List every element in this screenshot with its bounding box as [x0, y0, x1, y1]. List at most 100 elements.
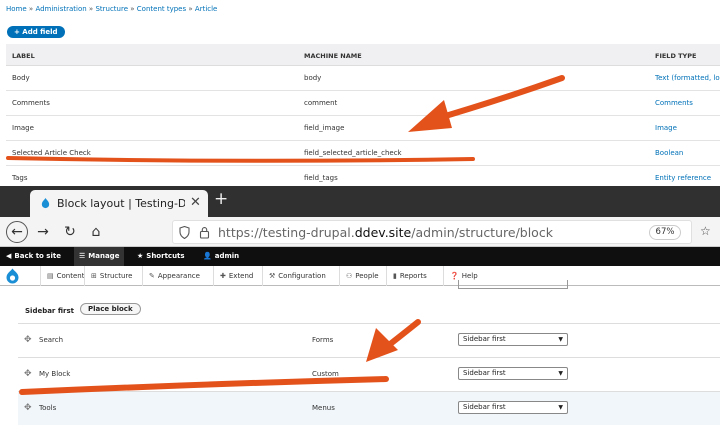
- drag-handle-icon[interactable]: ✥: [24, 403, 32, 413]
- browser-tab[interactable]: Block layout | Testing-Drupal ✕: [30, 190, 208, 217]
- table-row: Image field_image Image: [6, 116, 720, 141]
- table-row: ✥ My Block Custom Sidebar first ▼: [18, 358, 720, 392]
- drag-handle-icon[interactable]: ✥: [24, 369, 32, 379]
- shield-icon[interactable]: [179, 226, 190, 239]
- shortcuts-button[interactable]: ★ Shortcuts: [137, 247, 185, 266]
- region-select-value: Sidebar first: [463, 335, 506, 343]
- block-name: My Block: [39, 370, 71, 378]
- back-to-site-button[interactable]: ◀ Back to site: [6, 247, 61, 266]
- drupal-toolbar: ◀ Back to site ☰ Manage ★ Shortcuts 👤 admin: [0, 247, 720, 266]
- tab-strip: Block layout | Testing-Drupal ✕ +: [0, 186, 720, 217]
- field-machine-name: body: [304, 74, 322, 82]
- home-icon[interactable]: ⌂: [86, 222, 106, 242]
- region-select[interactable]: Sidebar first ▼: [458, 367, 568, 380]
- breadcrumb-article[interactable]: Article: [195, 5, 217, 13]
- breadcrumb-content-types[interactable]: Content types: [137, 5, 186, 13]
- drupal-logo-icon[interactable]: [5, 268, 20, 284]
- back-to-site-label: Back to site: [14, 252, 61, 260]
- close-tab-icon[interactable]: ✕: [190, 195, 201, 210]
- menu-reports[interactable]: ▮ Reports: [386, 266, 427, 286]
- field-machine-name: comment: [304, 99, 338, 107]
- field-type-link[interactable]: Image: [655, 124, 677, 132]
- block-layout-content: Sidebar first Place block ✥ Search Forms…: [0, 280, 720, 425]
- back-arrow-icon[interactable]: ←: [6, 221, 28, 243]
- user-label: admin: [214, 252, 240, 260]
- breadcrumb-separator: »: [88, 5, 94, 13]
- navigation-bar: ← → ↻ ⌂ https://testing-drupal.ddev.site…: [0, 217, 720, 247]
- drupal-favicon-icon: [41, 198, 50, 209]
- column-header-label[interactable]: LABEL: [12, 52, 35, 60]
- field-label: Body: [12, 74, 30, 82]
- breadcrumb-home[interactable]: Home: [6, 5, 27, 13]
- field-machine-name: field_tags: [304, 174, 338, 182]
- menu-people[interactable]: ⚇ People: [339, 266, 379, 286]
- menu-structure[interactable]: ⊞ Structure: [84, 266, 132, 286]
- fields-page: Home » Administration » Structure » Cont…: [0, 0, 720, 191]
- menu-label: Appearance: [157, 272, 200, 280]
- add-field-button[interactable]: + Add field: [7, 26, 65, 38]
- field-machine-name: field_image: [304, 124, 345, 132]
- url-prefix: https://testing-drupal.: [218, 225, 355, 240]
- menu-label: Content: [56, 272, 85, 280]
- place-block-button[interactable]: Place block: [80, 303, 141, 315]
- manage-label: Manage: [88, 252, 120, 260]
- menu-label: Structure: [99, 272, 133, 280]
- menu-label: Configuration: [278, 272, 326, 280]
- structure-icon: ⊞: [91, 272, 97, 280]
- block-category: Forms: [312, 336, 334, 344]
- help-icon: ❓: [450, 272, 459, 280]
- menu-label: Help: [461, 272, 478, 280]
- field-type-link[interactable]: Boolean: [655, 149, 683, 157]
- browser-window: Block layout | Testing-Drupal ✕ + ← → ↻ …: [0, 186, 720, 425]
- bookmark-star-icon[interactable]: ☆: [700, 224, 711, 238]
- menu-content[interactable]: ▤ Content: [40, 266, 84, 286]
- reload-icon[interactable]: ↻: [60, 222, 80, 242]
- people-icon: ⚇: [346, 272, 353, 280]
- region-title: Sidebar first: [25, 307, 74, 315]
- table-row: ✥ Search Forms Sidebar first ▼: [18, 324, 720, 358]
- breadcrumb: Home » Administration » Structure » Cont…: [6, 5, 217, 13]
- field-type-link[interactable]: Text (formatted, lon: [655, 74, 720, 82]
- zoom-level-badge[interactable]: 67%: [649, 225, 681, 240]
- field-machine-name: field_selected_article_check: [304, 149, 402, 157]
- field-type-link[interactable]: Comments: [655, 99, 693, 107]
- puzzle-icon: ✚: [220, 272, 226, 280]
- block-name: Tools: [39, 404, 57, 412]
- region-select[interactable]: Sidebar first ▼: [458, 333, 568, 346]
- star-icon: ★: [137, 252, 144, 260]
- manage-button[interactable]: ☰ Manage: [74, 247, 125, 266]
- breadcrumb-structure[interactable]: Structure: [95, 5, 128, 13]
- back-circle-icon: ◀: [6, 252, 12, 260]
- admin-menu: ▤ Content ⊞ Structure ✎ Appearance ✚ Extend …: [0, 266, 720, 286]
- wrench-icon: ⚒: [269, 272, 276, 280]
- select-arrow-icon: ▼: [558, 404, 563, 411]
- url-text: https://testing-drupal.ddev.site/admin/s…: [218, 225, 553, 240]
- menu-appearance[interactable]: ✎ Appearance: [142, 266, 200, 286]
- hamburger-icon: ☰: [79, 252, 86, 260]
- block-name: Search: [39, 336, 64, 344]
- field-type-link[interactable]: Entity reference: [655, 174, 711, 182]
- forward-arrow-icon[interactable]: →: [33, 222, 53, 242]
- drag-handle-icon[interactable]: ✥: [24, 335, 32, 345]
- lock-icon[interactable]: [199, 226, 210, 239]
- menu-extend[interactable]: ✚ Extend: [213, 266, 253, 286]
- user-icon: 👤: [203, 252, 212, 260]
- menu-label: Reports: [399, 272, 427, 280]
- field-label: Selected Article Check: [12, 149, 91, 157]
- column-header-machine-name[interactable]: MACHINE NAME: [304, 52, 362, 60]
- region-select[interactable]: Sidebar first ▼: [458, 401, 568, 414]
- region-select-partial[interactable]: [458, 280, 568, 289]
- region-select-value: Sidebar first: [463, 369, 506, 377]
- url-bar[interactable]: https://testing-drupal.ddev.site/admin/s…: [172, 220, 692, 244]
- fields-table: LABEL MACHINE NAME FIELD TYPE Body body …: [6, 44, 720, 191]
- url-path: /admin/structure/block: [411, 225, 553, 240]
- field-label: Image: [12, 124, 34, 132]
- user-button[interactable]: 👤 admin: [203, 247, 239, 266]
- breadcrumb-administration[interactable]: Administration: [35, 5, 86, 13]
- table-row: Selected Article Check field_selected_ar…: [6, 141, 720, 166]
- menu-configuration[interactable]: ⚒ Configuration: [262, 266, 326, 286]
- table-row: Comments comment Comments: [6, 91, 720, 116]
- new-tab-icon[interactable]: +: [214, 189, 228, 209]
- column-header-field-type[interactable]: FIELD TYPE: [655, 52, 696, 60]
- region-select-value: Sidebar first: [463, 403, 506, 411]
